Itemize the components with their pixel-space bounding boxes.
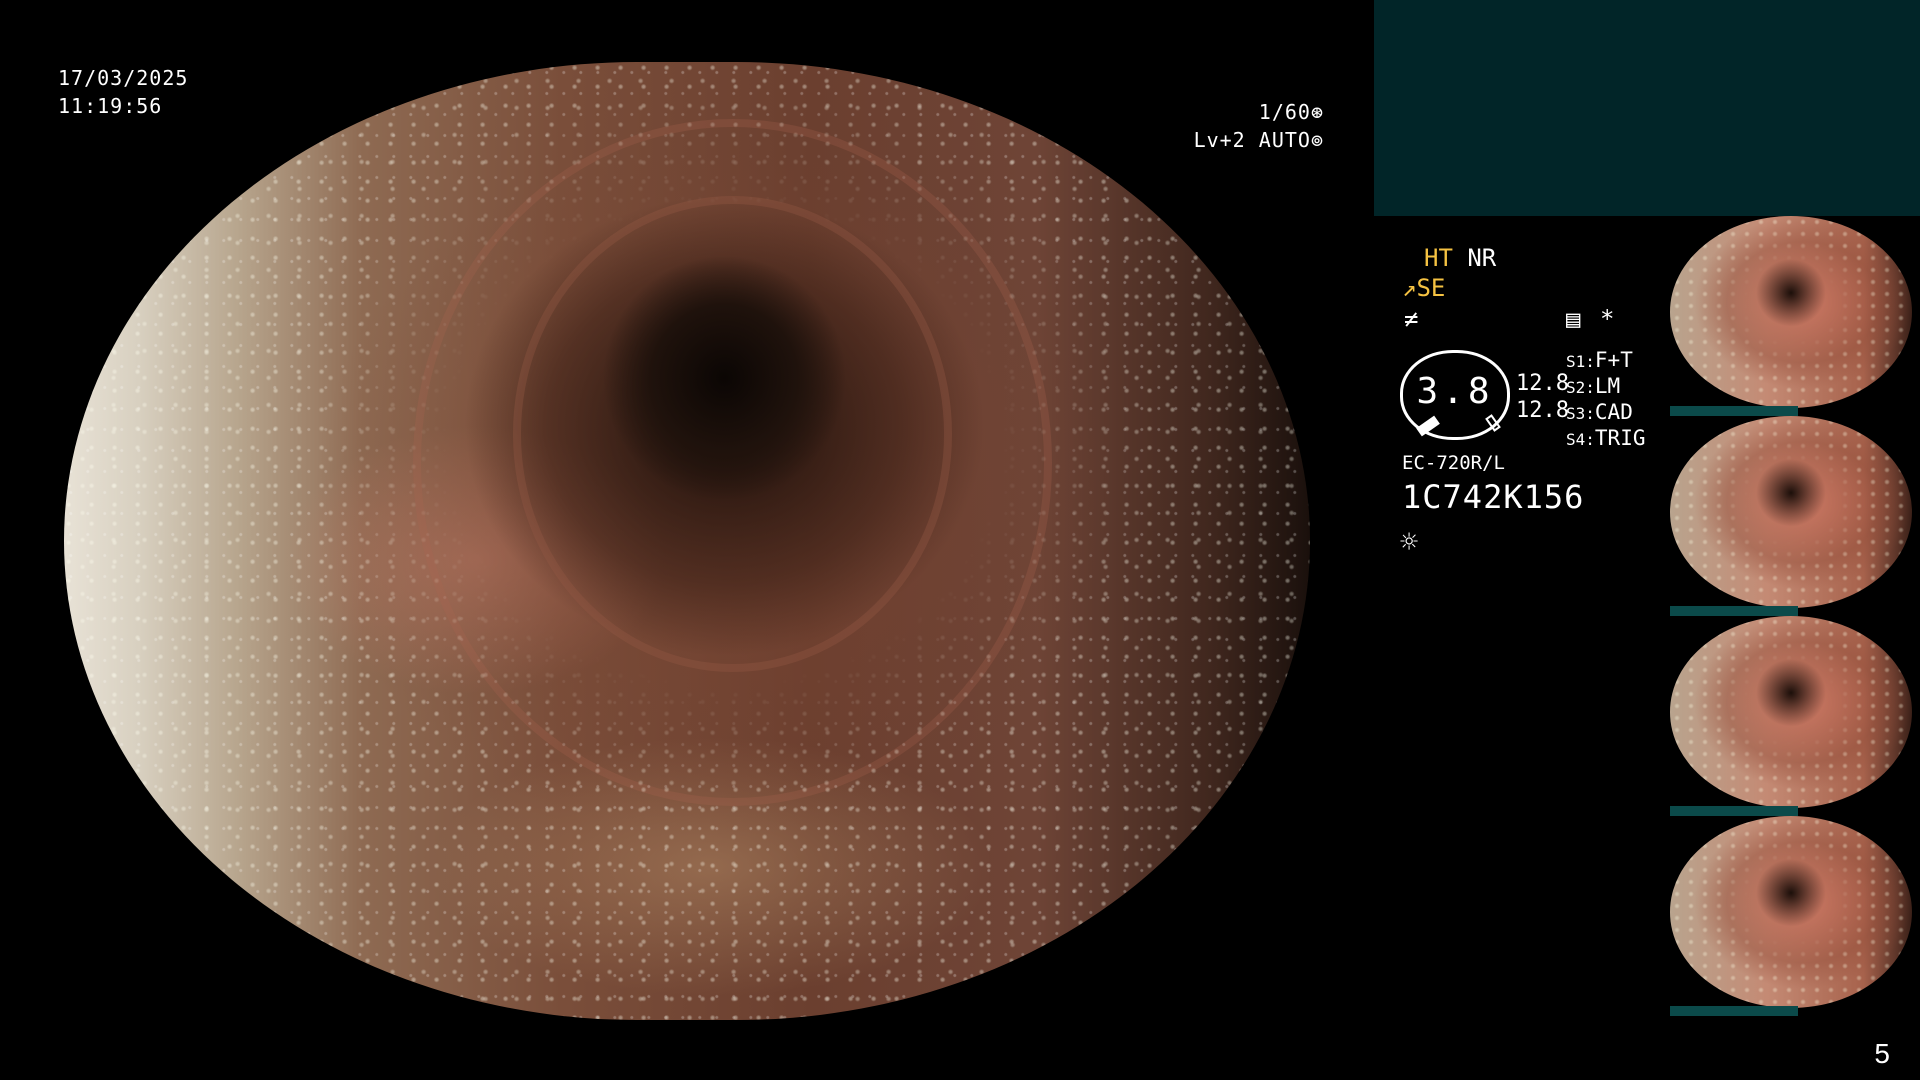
switch-value: F+T (1594, 348, 1633, 372)
iris-icon: ⊚ (1310, 128, 1324, 152)
shutter-text: 1/60 (1258, 100, 1311, 124)
tip-gauge: 3.8 (1400, 350, 1510, 440)
switch-list: S1:F+T S2:LM S3:CAD S4:TRIG (1566, 348, 1645, 452)
switch-sep: : (1585, 430, 1595, 449)
se-row: ↗SE (1402, 273, 1445, 303)
switch-key: S1 (1566, 352, 1586, 371)
se-indicator: SE (1416, 274, 1446, 302)
page-number: 5 (1874, 1038, 1890, 1069)
function-icon: ≠ (1404, 305, 1419, 333)
switch-sep: : (1585, 378, 1595, 397)
tip-left-value: 12.8 (1516, 371, 1569, 396)
ht-nr-row: HT NR (1424, 243, 1496, 273)
switch-row: S4:TRIG (1566, 426, 1645, 452)
captured-thumbnail[interactable] (1670, 216, 1912, 408)
endoscope-live-view (64, 62, 1310, 1020)
switch-value: TRIG (1594, 426, 1646, 450)
switch-key: S4 (1566, 430, 1586, 449)
scope-model: EC-720R/L (1402, 452, 1505, 474)
switch-row: S3:CAD (1566, 400, 1645, 426)
gauge-needle-icon (1416, 415, 1440, 437)
captured-thumbnail[interactable] (1670, 616, 1912, 808)
switch-key: S3 (1566, 404, 1586, 423)
light-source-icon: ☼ (1400, 525, 1419, 560)
exposure-readout: 1/60⊛ Lv+2 AUTO⊚ (1194, 98, 1324, 154)
time-text: 11:19:56 (58, 94, 163, 118)
thumbnail-label-bar (1670, 806, 1798, 816)
shutter-row: 1/60⊛ (1194, 98, 1324, 126)
gauge-mark-icon (1485, 414, 1501, 432)
captured-thumbnail[interactable] (1670, 416, 1912, 608)
aperture-icon: ⊛ (1310, 100, 1324, 124)
info-banner (1374, 0, 1920, 216)
thumbnail-label-bar (1670, 1006, 1798, 1016)
switch-key: S2 (1566, 378, 1586, 397)
thumbnail-label-bar (1670, 606, 1798, 616)
captured-thumbnail[interactable] (1670, 816, 1912, 1008)
ht-indicator: HT (1424, 244, 1453, 272)
memory-card-icon: ▤ (1566, 305, 1581, 333)
bubble-texture (64, 62, 1310, 1020)
switch-value: CAD (1594, 400, 1633, 424)
nr-indicator: NR (1467, 244, 1497, 272)
tip-gauge-value: 3.8 (1416, 371, 1494, 412)
switch-row: S2:LM (1566, 374, 1645, 400)
level-row: Lv+2 AUTO⊚ (1194, 126, 1324, 154)
date-time: 17/03/2025 11:19:56 (58, 64, 188, 120)
switch-value: LM (1594, 374, 1621, 398)
level-text: Lv+2 (1193, 128, 1246, 152)
switch-sep: : (1585, 352, 1595, 371)
switch-row: S1:F+T (1566, 348, 1645, 374)
scope-serial: 1C742K156 (1402, 478, 1585, 516)
star-indicator: * (1600, 305, 1615, 333)
thumbnail-label-bar (1670, 406, 1798, 416)
tip-right-value: 12.8 (1516, 398, 1569, 423)
switch-sep: : (1585, 404, 1595, 423)
date-text: 17/03/2025 (58, 66, 189, 90)
mode-text: AUTO (1258, 128, 1311, 152)
enhance-icon: ↗ (1402, 274, 1417, 302)
